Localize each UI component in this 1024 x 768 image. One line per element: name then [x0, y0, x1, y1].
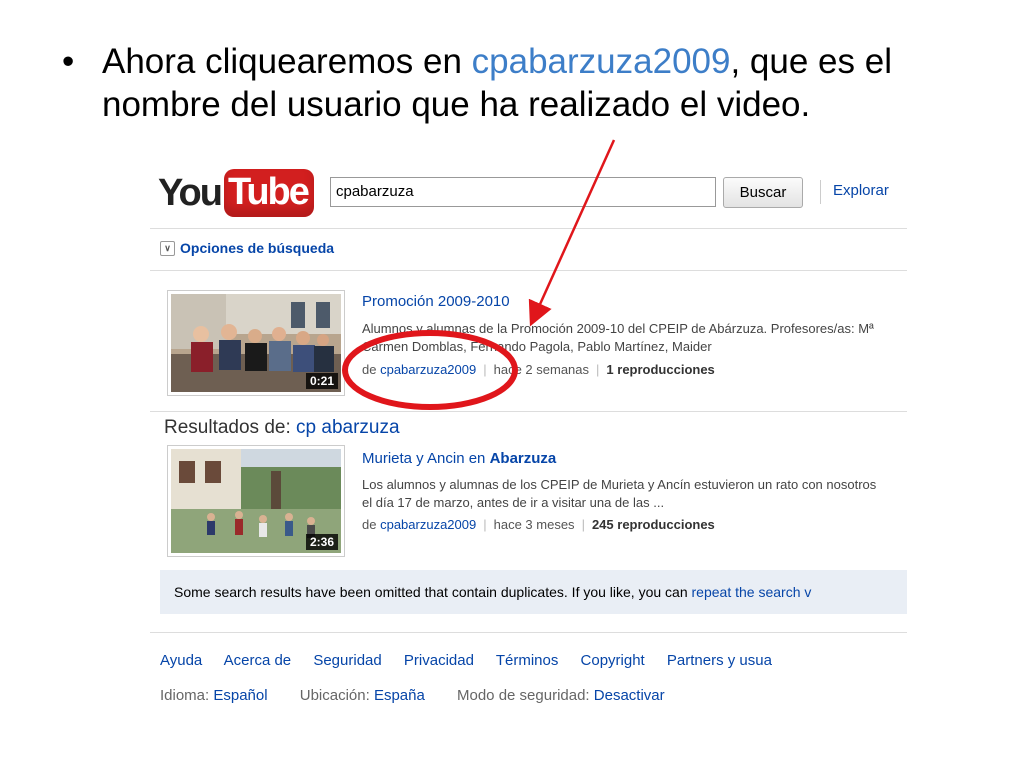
video-age-1: hace 2 semanas [493, 362, 590, 377]
location-label: Ubicación: [299, 687, 374, 704]
video-title-2-bold: Abarzuza [489, 450, 557, 467]
footer-link-safety[interactable]: Seguridad [313, 652, 381, 669]
repeat-search-link[interactable]: repeat the search v [692, 584, 812, 600]
location-setting: Ubicación: España [300, 687, 425, 704]
video-description-1: Alumnos y alumnas de la Promoción 2009-1… [362, 321, 874, 354]
language-value-link[interactable]: Español [213, 687, 267, 704]
view-count-1: 1 reproducciones [606, 362, 715, 377]
chevron-down-icon: ∨ [160, 240, 175, 256]
safety-mode-setting: Modo de seguridad: Desactivar [457, 687, 665, 704]
results-for-query-link[interactable]: cp abarzuza [296, 417, 400, 438]
location-value-link[interactable]: España [374, 687, 425, 704]
bullet-point: • [62, 42, 75, 81]
video-meta-2: de cpabarzuza2009 | hace 3 meses | 245 repro… [362, 517, 715, 532]
header-divider [820, 180, 821, 204]
author-link-1[interactable]: cpabarzuza2009 [380, 362, 476, 377]
explore-link[interactable]: Explorar [833, 182, 889, 199]
by-prefix-2: de [362, 517, 377, 532]
search-input[interactable]: cpabarzuza [330, 177, 716, 207]
footer-links: Ayuda Acerca de Seguridad Privacidad Tér… [160, 652, 790, 669]
footer-rule [150, 632, 907, 633]
results-for-heading: Resultados de: cp abarzuza [164, 417, 400, 439]
meta-separator: | [581, 517, 585, 532]
omitted-results-notice: Some search results have been omitted th… [160, 570, 907, 614]
safety-value-link[interactable]: Desactivar [594, 687, 665, 704]
footer-link-privacy[interactable]: Privacidad [404, 652, 474, 669]
by-prefix-1: de [362, 362, 377, 377]
highlighted-username: cpabarzuza2009 [471, 42, 731, 81]
search-options-toggle[interactable]: ∨ Opciones de búsqueda [160, 240, 334, 256]
video-description-2: Los alumnos y alumnas de los CPEIP de Mu… [362, 477, 877, 510]
meta-separator: | [596, 362, 600, 377]
video-duration-1: 0:21 [305, 373, 338, 389]
thumbnail-image-1: 0:21 [171, 294, 341, 392]
footer-link-about[interactable]: Acerca de [224, 652, 292, 669]
search-options-label: Opciones de búsqueda [180, 240, 335, 256]
video-duration-2: 2:36 [305, 534, 338, 550]
video-thumbnail-1[interactable]: 0:21 [167, 290, 345, 396]
logo-tube-text: Tube [223, 169, 314, 217]
instruction-text: Ahora cliquearemos en cpabarzuza2009, qu… [102, 40, 982, 126]
footer-link-help[interactable]: Ayuda [160, 652, 202, 669]
youtube-screenshot: You Tube cpabarzuza Buscar Explorar ∨ Opc… [150, 160, 907, 720]
video-title-2[interactable]: Murieta y Ancin en Abarzuza [362, 450, 556, 467]
result-rule-1 [150, 411, 907, 412]
language-label: Idioma: [160, 687, 214, 704]
options-rule [150, 270, 907, 271]
footer-link-partners[interactable]: Partners y usua [667, 652, 772, 669]
omitted-notice-text: Some search results have been omitted th… [174, 584, 692, 600]
language-setting: Idioma: Español [160, 687, 268, 704]
instruction-text-before: Ahora cliquearemos en [102, 42, 472, 81]
video-title-2-prefix: Murieta y Ancin en [362, 450, 490, 467]
author-link-2[interactable]: cpabarzuza2009 [380, 517, 476, 532]
meta-separator: | [483, 517, 487, 532]
video-title-1[interactable]: Promoción 2009-2010 [362, 293, 510, 310]
youtube-logo[interactable]: You Tube [158, 166, 314, 220]
footer-settings: Idioma: Español Ubicación: España Modo d… [160, 687, 693, 704]
header-rule [150, 228, 907, 229]
view-count-2: 245 reproducciones [591, 517, 715, 532]
footer-link-terms[interactable]: Términos [496, 652, 559, 669]
meta-separator: | [483, 362, 487, 377]
video-thumbnail-2[interactable]: 2:36 [167, 445, 345, 557]
results-for-label: Resultados de: [164, 417, 297, 438]
safety-label: Modo de seguridad: [457, 687, 594, 704]
footer-link-copyright[interactable]: Copyright [581, 652, 645, 669]
search-button[interactable]: Buscar [723, 177, 803, 208]
video-meta-1: de cpabarzuza2009 | hace 2 semanas | 1 repro… [362, 362, 715, 377]
video-age-2: hace 3 meses [493, 517, 575, 532]
thumbnail-image-2: 2:36 [171, 449, 341, 553]
logo-you-text: You [158, 172, 223, 214]
